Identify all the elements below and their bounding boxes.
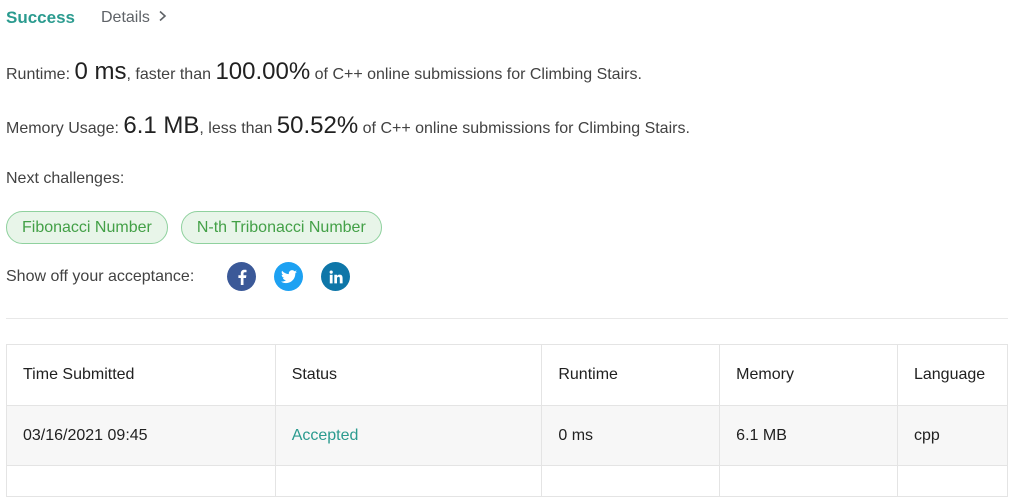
result-header: Success Details <box>6 8 167 28</box>
facebook-icon[interactable] <box>227 262 257 291</box>
column-header-memory[interactable]: Memory <box>719 344 898 406</box>
table-header-row: Time Submitted Status Runtime Memory Lan… <box>6 344 1009 406</box>
column-header-time-submitted[interactable]: Time Submitted <box>6 344 276 406</box>
table-row <box>6 465 1009 497</box>
challenge-chip-tribonacci[interactable]: N-th Tribonacci Number <box>180 211 382 244</box>
runtime-middle-text: , faster than <box>126 66 212 83</box>
cell-memory: 6.1 MB <box>719 405 898 466</box>
table-row: 03/16/2021 09:45 Accepted 0 ms 6.1 MB cp… <box>6 405 1009 466</box>
memory-summary: Memory Usage: 6.1 MB, less than 50.52% o… <box>6 112 690 140</box>
runtime-suffix: of C++ online submissions for Climbing S… <box>314 66 642 83</box>
runtime-percent: 100.00% <box>215 58 311 85</box>
cell-status: Accepted <box>274 405 543 466</box>
cell-runtime: 0 ms <box>541 405 721 466</box>
challenge-chip-fibonacci[interactable]: Fibonacci Number <box>6 211 168 244</box>
runtime-value: 0 ms <box>74 58 127 85</box>
cell-empty <box>541 465 721 497</box>
chevron-right-icon <box>158 9 167 27</box>
details-link[interactable]: Details <box>101 9 167 27</box>
column-header-status[interactable]: Status <box>274 344 543 406</box>
cell-time-submitted: 03/16/2021 09:45 <box>6 405 276 466</box>
status-accepted-link[interactable]: Accepted <box>292 427 359 444</box>
details-label: Details <box>101 9 150 26</box>
memory-middle-text: , less than <box>199 120 273 137</box>
column-header-runtime[interactable]: Runtime <box>541 344 721 406</box>
linkedin-icon[interactable] <box>321 262 351 291</box>
cell-empty <box>6 465 276 497</box>
cell-language: cpp <box>896 405 1009 466</box>
success-status: Success <box>6 8 75 27</box>
next-challenges-label: Next challenges: <box>6 170 125 187</box>
submissions-table: Time Submitted Status Runtime Memory Lan… <box>6 344 1009 497</box>
column-header-language[interactable]: Language <box>896 344 1009 406</box>
memory-label: Memory Usage: <box>6 120 119 137</box>
share-label: Show off your acceptance: <box>6 267 195 285</box>
share-row: Show off your acceptance: <box>6 262 368 291</box>
twitter-icon[interactable] <box>274 262 304 291</box>
memory-percent: 50.52% <box>276 112 359 139</box>
memory-value: 6.1 MB <box>123 112 200 139</box>
runtime-summary: Runtime: 0 ms, faster than 100.00% of C+… <box>6 58 642 86</box>
cell-empty <box>896 465 1009 497</box>
cell-empty <box>274 465 543 497</box>
runtime-label: Runtime: <box>6 66 71 83</box>
memory-suffix: of C++ online submissions for Climbing S… <box>362 120 690 137</box>
section-divider <box>6 318 1008 319</box>
cell-empty <box>719 465 898 497</box>
next-challenges-list: Fibonacci Number N-th Tribonacci Number <box>6 211 395 244</box>
